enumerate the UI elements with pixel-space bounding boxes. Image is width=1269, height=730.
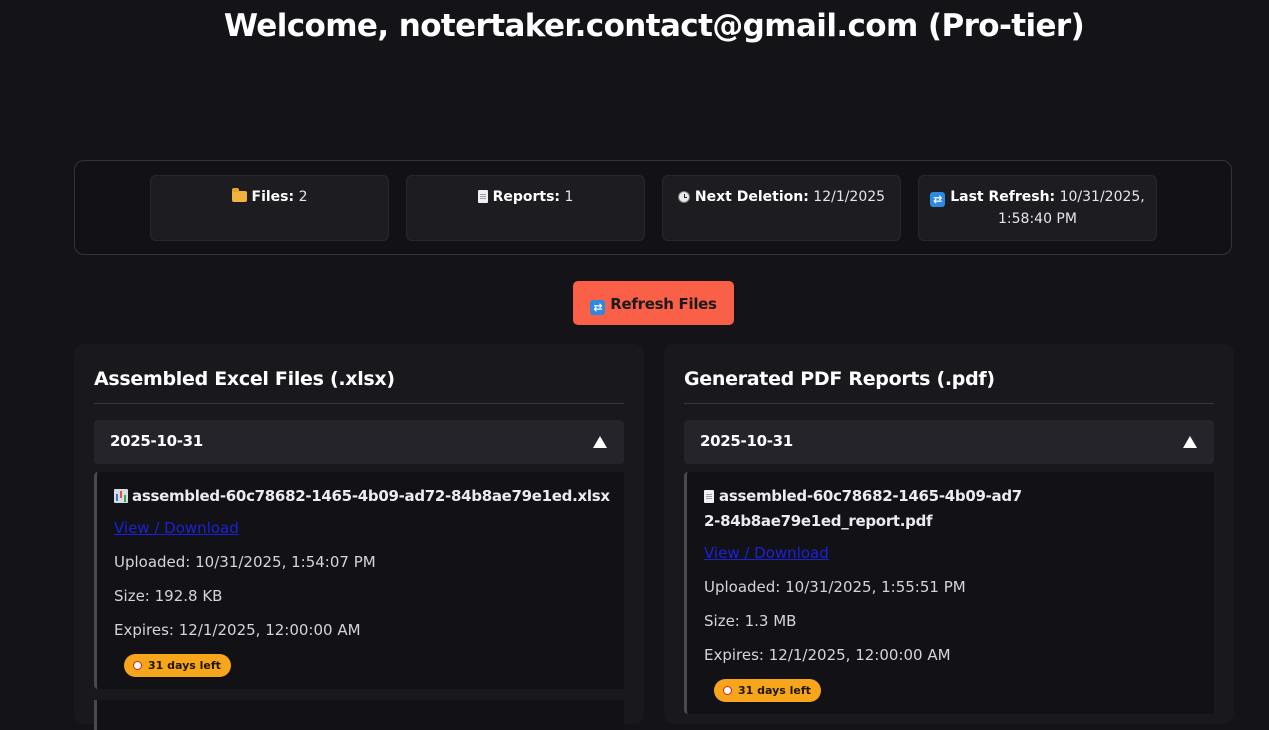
alarm-clock-icon — [133, 661, 142, 670]
file-name: assembled-60c78682-1465-4b09-ad72-84b8ae… — [114, 484, 614, 509]
view-download-link[interactable]: View / Download — [114, 518, 614, 538]
stat-last-refresh-label: Last Refresh: — [950, 189, 1056, 205]
pdf-date-group-toggle[interactable]: 2025-10-31 — [684, 420, 1214, 464]
refresh-icon: ⇄ — [930, 192, 946, 207]
days-left-badge: 31 days left — [714, 679, 821, 702]
stat-files: Files: 2 — [150, 175, 389, 241]
excel-panel-title: Assembled Excel Files (.xlsx) — [94, 368, 395, 390]
excel-file-card: assembled-60c78682-1465-4b09-ad72-84b8ae… — [94, 472, 624, 689]
refresh-icon: ⇄ — [590, 300, 606, 315]
spreadsheet-icon — [114, 489, 128, 503]
refresh-files-label: Refresh Files — [610, 295, 717, 313]
expires-text: Expires: 12/1/2025, 12:00:00 AM — [114, 621, 361, 639]
stat-next-deletion: Next Deletion: 12/1/2025 — [662, 175, 901, 241]
file-name-text: assembled-60c78682-1465-4b09-ad72-84b8ae… — [132, 487, 610, 505]
group-date: 2025-10-31 — [700, 432, 793, 450]
days-left-text: 31 days left — [148, 659, 221, 672]
stat-next-deletion-value: 12/1/2025 — [813, 189, 886, 205]
file-name: assembled-60c78682-1465-4b09-ad72-84b8ae… — [704, 484, 1029, 534]
uploaded-text: Uploaded: 10/31/2025, 1:55:51 PM — [704, 578, 966, 596]
clock-icon — [677, 191, 690, 203]
document-icon — [477, 190, 488, 203]
stat-last-refresh: ⇄ Last Refresh: 10/31/2025, 1:58:40 PM — [918, 175, 1157, 241]
stat-files-value: 2 — [298, 189, 308, 205]
view-download-link[interactable]: View / Download — [704, 543, 1029, 563]
divider — [684, 403, 1214, 404]
pdf-panel-title: Generated PDF Reports (.pdf) — [684, 368, 995, 390]
days-left-text: 31 days left — [738, 684, 811, 697]
size-text: Size: 1.3 MB — [704, 612, 797, 630]
days-left-badge: 31 days left — [124, 654, 231, 677]
stat-files-label: Files: — [251, 189, 295, 205]
alarm-clock-icon — [723, 686, 732, 695]
file-name-text: assembled-60c78682-1465-4b09-ad72-84b8ae… — [704, 487, 1022, 530]
stat-reports-label: Reports: — [492, 189, 561, 205]
stat-reports: Reports: 1 — [406, 175, 645, 241]
stat-reports-value: 1 — [564, 189, 574, 205]
excel-files-panel: Assembled Excel Files (.xlsx) 2025-10-31… — [74, 344, 644, 730]
excel-date-group-toggle[interactable]: 2025-10-31 — [94, 420, 624, 464]
next-file-card — [94, 700, 624, 730]
pdf-file-card: assembled-60c78682-1465-4b09-ad72-84b8ae… — [684, 472, 1214, 714]
welcome-heading: Welcome, notertaker.contact@gmail.com (P… — [223, 8, 1085, 44]
size-text: Size: 192.8 KB — [114, 587, 223, 605]
pdf-reports-panel: Generated PDF Reports (.pdf) 2025-10-31 … — [664, 344, 1234, 724]
triangle-up-icon — [593, 436, 607, 448]
divider — [94, 403, 624, 404]
document-icon — [704, 490, 714, 503]
refresh-files-button[interactable]: ⇄ Refresh Files — [573, 281, 734, 325]
folder-icon — [231, 188, 247, 202]
triangle-up-icon — [1183, 436, 1197, 448]
group-date: 2025-10-31 — [110, 432, 203, 450]
expires-text: Expires: 12/1/2025, 12:00:00 AM — [704, 646, 951, 664]
uploaded-text: Uploaded: 10/31/2025, 1:54:07 PM — [114, 553, 376, 571]
stat-next-deletion-label: Next Deletion: — [694, 189, 809, 205]
